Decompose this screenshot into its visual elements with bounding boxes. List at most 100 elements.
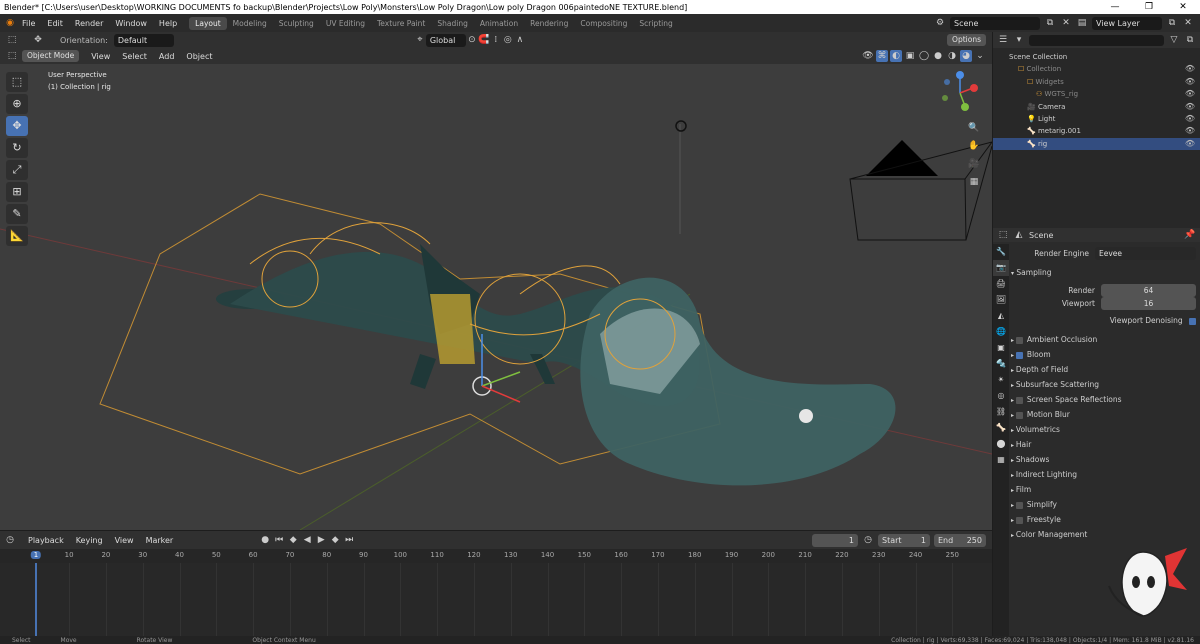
- 3d-viewport[interactable]: ⬚ ⊕ ✥ ↻ ⤢ ⊞ ✎ 📐 User Perspective (1) Col…: [0, 64, 992, 530]
- tool-tab-icon[interactable]: 🔧: [993, 244, 1009, 260]
- panel-simplify[interactable]: ▸ Simplify: [1011, 497, 1196, 512]
- visibility-eye-icon[interactable]: 👁: [1185, 113, 1195, 125]
- orientation-dropdown[interactable]: Default: [113, 33, 174, 47]
- timeline-body[interactable]: [0, 563, 992, 637]
- timeline-menu-marker[interactable]: Marker: [140, 536, 180, 545]
- transform-tool-icon[interactable]: ⊞: [6, 182, 28, 202]
- cursor-tool-icon[interactable]: ⊕: [6, 94, 28, 114]
- start-frame-field[interactable]: Start 1: [878, 533, 930, 547]
- view-layer-icon[interactable]: ▤: [1076, 17, 1088, 29]
- new-view-layer-icon[interactable]: ⧉: [1166, 17, 1178, 29]
- render-engine-dropdown[interactable]: Eevee: [1095, 247, 1196, 260]
- annotate-tool-icon[interactable]: ✎: [6, 204, 28, 224]
- outliner-item-camera[interactable]: 🎥 Camera 👁: [993, 101, 1200, 113]
- world-tab-icon[interactable]: 🌐: [993, 324, 1009, 340]
- render-samples-field[interactable]: 64: [1101, 284, 1196, 297]
- scale-tool-icon[interactable]: ⤢: [6, 160, 28, 180]
- tab-texture-paint[interactable]: Texture Paint: [371, 17, 431, 30]
- view-object-types-icon[interactable]: 👁: [862, 50, 874, 62]
- timeline-menu-view[interactable]: View: [109, 536, 140, 545]
- panel-shadows[interactable]: ▸ Shadows: [1011, 452, 1196, 467]
- select-mode-icon[interactable]: ⬚: [6, 34, 18, 46]
- overlay-toggle-icon[interactable]: ◐: [890, 50, 902, 62]
- frame-ruler[interactable]: 1 10 20 30 40 50 60 70 80 90 100 110 120 130 140 150 160…: [0, 549, 992, 563]
- panel-film[interactable]: ▸ Film: [1011, 482, 1196, 497]
- current-frame-field[interactable]: 1: [812, 533, 858, 547]
- menu-render[interactable]: Render: [69, 19, 109, 28]
- gizmo-toggle-icon[interactable]: ⌘: [876, 50, 888, 62]
- object-mode-dropdown[interactable]: Object Mode: [22, 50, 80, 62]
- panel-motion-blur[interactable]: ▸ Motion Blur: [1011, 407, 1196, 422]
- material-tab-icon[interactable]: ⬤: [993, 436, 1009, 452]
- tab-rendering[interactable]: Rendering: [524, 17, 574, 30]
- properties-editor-icon[interactable]: ⬚: [997, 229, 1009, 241]
- material-shading-icon[interactable]: ◑: [946, 50, 958, 62]
- panel-enable-checkbox[interactable]: [1015, 501, 1023, 509]
- timeline-editor-icon[interactable]: ◷: [4, 534, 16, 546]
- play-icon[interactable]: ▶: [315, 534, 327, 546]
- close-button[interactable]: ✕: [1166, 0, 1200, 14]
- panel-indirect-lighting[interactable]: ▸ Indirect Lighting: [1011, 467, 1196, 482]
- new-collection-icon[interactable]: ⧉: [1184, 34, 1196, 46]
- jump-start-icon[interactable]: ⏮: [273, 534, 285, 546]
- viewport-menu-object[interactable]: Object: [180, 52, 218, 61]
- panel-enable-checkbox[interactable]: [1015, 411, 1023, 419]
- viewport-menu-view[interactable]: View: [85, 52, 116, 61]
- tab-sculpting[interactable]: Sculpting: [273, 17, 320, 30]
- sampling-panel-header[interactable]: ▾ Sampling: [1011, 266, 1196, 280]
- tab-animation[interactable]: Animation: [474, 17, 524, 30]
- zoom-icon[interactable]: 🔍: [968, 122, 980, 134]
- panel-hair[interactable]: ▸ Hair: [1011, 437, 1196, 452]
- navigation-gizmo[interactable]: [935, 68, 985, 118]
- visibility-eye-icon[interactable]: 👁: [1185, 88, 1195, 100]
- tab-uv-editing[interactable]: UV Editing: [320, 17, 371, 30]
- outliner-scene-collection[interactable]: Scene Collection: [993, 51, 1200, 63]
- menu-edit[interactable]: Edit: [41, 19, 69, 28]
- transform-orientation-dropdown[interactable]: Global: [425, 33, 466, 47]
- prev-keyframe-icon[interactable]: ◆: [287, 534, 299, 546]
- minimize-button[interactable]: —: [1098, 0, 1132, 14]
- viewport-menu-select[interactable]: Select: [116, 52, 153, 61]
- panel-enable-checkbox[interactable]: [1015, 351, 1023, 359]
- visibility-eye-icon[interactable]: 👁: [1185, 63, 1195, 75]
- menu-file[interactable]: File: [16, 19, 41, 28]
- pan-hand-icon[interactable]: ✋: [968, 140, 980, 152]
- outliner-item-metarig-001[interactable]: 🦴 metarig.001 👁: [993, 125, 1200, 137]
- panel-color-management[interactable]: ▸ Color Management: [1011, 527, 1196, 542]
- view-layer-tab-icon[interactable]: 🖼: [993, 292, 1009, 308]
- viewport-samples-field[interactable]: 16: [1101, 297, 1196, 310]
- delete-scene-icon[interactable]: ✕: [1060, 17, 1072, 29]
- timeline-menu-playback[interactable]: Playback: [22, 536, 70, 545]
- rendered-shading-icon[interactable]: ◕: [960, 50, 972, 62]
- blender-logo-icon[interactable]: ◉: [4, 17, 16, 29]
- object-tab-icon[interactable]: ▣: [993, 340, 1009, 356]
- outliner-search-input[interactable]: [1029, 34, 1164, 46]
- transform-orientation-icon[interactable]: ⌖: [414, 34, 426, 46]
- outliner-item-collection[interactable]: ☐ Collection 👁: [993, 63, 1200, 75]
- next-keyframe-icon[interactable]: ◆: [329, 534, 341, 546]
- timeline-menu-keying[interactable]: Keying: [70, 536, 109, 545]
- particles-tab-icon[interactable]: ✴: [993, 372, 1009, 388]
- texture-tab-icon[interactable]: ▦: [993, 452, 1009, 468]
- wireframe-shading-icon[interactable]: ◯: [918, 50, 930, 62]
- jump-end-icon[interactable]: ⏭: [343, 534, 355, 546]
- panel-subsurface-scattering[interactable]: ▸ Subsurface Scattering: [1011, 377, 1196, 392]
- end-frame-field[interactable]: End 250: [934, 533, 986, 547]
- scene-tab-icon[interactable]: ◭: [993, 308, 1009, 324]
- select-box-tool-icon[interactable]: ⬚: [6, 72, 28, 92]
- maximize-button[interactable]: ❐: [1132, 0, 1166, 14]
- panel-depth-of-field[interactable]: ▸ Depth of Field: [1011, 362, 1196, 377]
- viewport-denoising-row[interactable]: Viewport Denoising: [1011, 314, 1196, 328]
- viewport-menu-add[interactable]: Add: [153, 52, 181, 61]
- menu-window[interactable]: Window: [109, 19, 153, 28]
- panel-enable-checkbox[interactable]: [1015, 336, 1023, 344]
- viewport-denoising-checkbox[interactable]: [1189, 317, 1196, 325]
- visibility-eye-icon[interactable]: 👁: [1185, 138, 1195, 150]
- measure-tool-icon[interactable]: 📐: [6, 226, 28, 246]
- move-tool-button-icon[interactable]: ✥: [6, 116, 28, 136]
- preview-range-icon[interactable]: ◷: [862, 534, 874, 546]
- xray-toggle-icon[interactable]: ▣: [904, 50, 916, 62]
- tab-modeling[interactable]: Modeling: [227, 17, 273, 30]
- scene-selector[interactable]: Scene: [950, 16, 1040, 30]
- visibility-eye-icon[interactable]: 👁: [1185, 76, 1195, 88]
